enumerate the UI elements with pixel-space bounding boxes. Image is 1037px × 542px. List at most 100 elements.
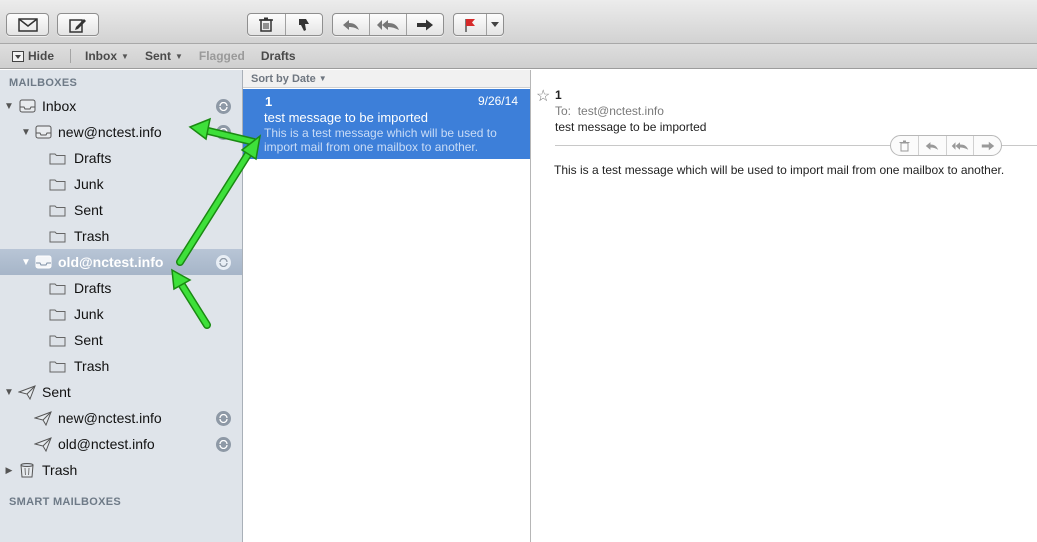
hide-mailboxes-button[interactable]: Hide (12, 49, 54, 63)
trash-can-icon (19, 462, 35, 478)
sort-by-date-button[interactable]: Sort by Date ▼ (243, 70, 530, 88)
disclosure-down-icon[interactable]: ▼ (20, 127, 32, 138)
envelope-icon (7, 14, 48, 35)
inline-reply-button[interactable] (919, 136, 947, 155)
favorite-flagged[interactable]: Flagged (199, 49, 245, 63)
reply-all-icon (951, 141, 969, 150)
viewer-to-label: To: (555, 104, 572, 118)
sidebar-item-label: Inbox (42, 98, 77, 114)
viewer-recipient: To: test@nctest.info (555, 104, 664, 118)
disclosure-right-icon[interactable]: ▶ (3, 465, 15, 476)
sidebar-item-sent-old[interactable]: old@nctest.info (0, 431, 242, 457)
sidebar-item-sent[interactable]: ▼ Sent (0, 379, 242, 405)
paper-plane-icon (34, 410, 52, 426)
paper-plane-icon (34, 436, 52, 452)
activity-icon (216, 124, 231, 140)
sidebar-item-label: old@nctest.info (58, 436, 155, 452)
sidebar-item-inbox-new-junk[interactable]: Junk (0, 171, 242, 197)
folder-icon (49, 282, 66, 295)
favorite-flagged-label: Flagged (198, 49, 245, 63)
inline-forward-button[interactable] (974, 136, 1001, 155)
sidebar-item-label: Drafts (74, 150, 112, 166)
sidebar-item-label: Trash (74, 358, 110, 374)
sidebar-item-inbox-old-sent[interactable]: Sent (0, 327, 242, 353)
inline-actions (890, 135, 1002, 156)
compose-icon (58, 14, 98, 35)
favorite-inbox[interactable]: Inbox ▼ (85, 49, 129, 63)
delete-junk-group (247, 13, 323, 36)
favorite-sent[interactable]: Sent ▼ (145, 49, 183, 63)
message-date: 9/26/14 (477, 94, 518, 108)
flag-dropdown-icon[interactable] (487, 14, 503, 35)
sidebar-item-inbox-new-trash[interactable]: Trash (0, 223, 242, 249)
inbox-tray-icon (19, 99, 36, 113)
favorite-drafts-label: Drafts (260, 49, 296, 63)
sidebar-item-label: Junk (74, 306, 104, 322)
sidebar-item-label: new@nctest.info (58, 410, 162, 426)
toolbar (0, 0, 1037, 44)
favorite-drafts[interactable]: Drafts (261, 49, 296, 63)
activity-icon (216, 98, 231, 114)
activity-icon (216, 254, 231, 270)
get-mail-button[interactable] (6, 13, 49, 36)
reply-group (332, 13, 444, 36)
message-sender: 1 (265, 94, 273, 109)
reply-button[interactable] (333, 14, 370, 35)
sort-label: Sort by Date (251, 72, 316, 85)
chevron-down-icon: ▼ (174, 51, 183, 61)
activity-icon (216, 436, 231, 452)
disclosure-down-icon[interactable]: ▼ (3, 101, 15, 112)
sidebar-item-label: Sent (74, 332, 103, 348)
message-list-item[interactable]: 1 9/26/14 test message to be imported Th… (243, 89, 530, 159)
delete-button[interactable] (248, 14, 286, 35)
folder-icon (49, 204, 66, 217)
inbox-tray-icon (35, 255, 52, 269)
inline-delete-button[interactable] (891, 136, 919, 155)
disclosure-down-icon[interactable]: ▼ (3, 387, 15, 398)
sidebar-item-inbox-old-drafts[interactable]: Drafts (0, 275, 242, 301)
junk-button[interactable] (286, 14, 323, 35)
sidebar-item-label: Trash (74, 228, 110, 244)
sidebar-item-inbox-new-sent[interactable]: Sent (0, 197, 242, 223)
thumbs-down-icon (298, 18, 309, 31)
reply-icon (925, 141, 939, 150)
sidebar-item-inbox-new-drafts[interactable]: Drafts (0, 145, 242, 171)
star-icon[interactable]: ☆ (536, 86, 550, 106)
trash-icon (899, 140, 910, 151)
sidebar-item-sent-new[interactable]: new@nctest.info (0, 405, 242, 431)
sidebar-item-inbox-old-trash[interactable]: Trash (0, 353, 242, 379)
sidebar-item-trash[interactable]: ▶ Trash (0, 457, 242, 483)
inline-reply-all-button[interactable] (947, 136, 975, 155)
disclosure-down-icon[interactable]: ▼ (20, 257, 32, 268)
sidebar-item-label: Trash (42, 462, 78, 478)
sidebar-item-label: Sent (74, 202, 103, 218)
sidebar-item-inbox-new[interactable]: ▼ new@nctest.info (0, 119, 242, 145)
flag-icon (454, 14, 487, 35)
viewer-body: This is a test message which will be use… (554, 163, 1005, 177)
smart-mailboxes-header: SMART MAILBOXES (9, 496, 122, 508)
sidebar-item-inbox-old-junk[interactable]: Junk (0, 301, 242, 327)
sidebar-item-inbox[interactable]: ▼ Inbox (0, 93, 242, 119)
flag-button[interactable] (453, 13, 504, 36)
viewer-to-address[interactable]: test@nctest.info (578, 104, 664, 118)
message-list: Sort by Date ▼ 1 9/26/14 test message to… (243, 70, 531, 542)
forward-button[interactable] (407, 14, 443, 35)
message-subject: test message to be imported (264, 110, 429, 125)
trash-icon (259, 17, 274, 32)
mailbox-sidebar: MAILBOXES ▼ Inbox ▼ new@nctest.info Draf… (0, 70, 243, 542)
reply-all-icon (377, 19, 399, 30)
favorite-inbox-label: Inbox (85, 49, 118, 63)
compose-button[interactable] (57, 13, 99, 36)
folder-icon (49, 360, 66, 373)
folder-icon (49, 152, 66, 165)
sidebar-item-inbox-old[interactable]: ▼ old@nctest.info (0, 249, 242, 275)
inbox-tray-icon (35, 125, 52, 139)
sidebar-item-label: old@nctest.info (58, 254, 164, 270)
folder-icon (49, 308, 66, 321)
message-preview: This is a test message which will be use… (264, 126, 497, 154)
chevron-down-icon: ▼ (121, 51, 129, 61)
reply-all-button[interactable] (370, 14, 407, 35)
sidebar-toggle-icon (12, 50, 24, 62)
favorites-divider (70, 49, 72, 63)
favorites-bar: Hide Inbox ▼ Sent ▼ Flagged Drafts (0, 44, 1037, 69)
